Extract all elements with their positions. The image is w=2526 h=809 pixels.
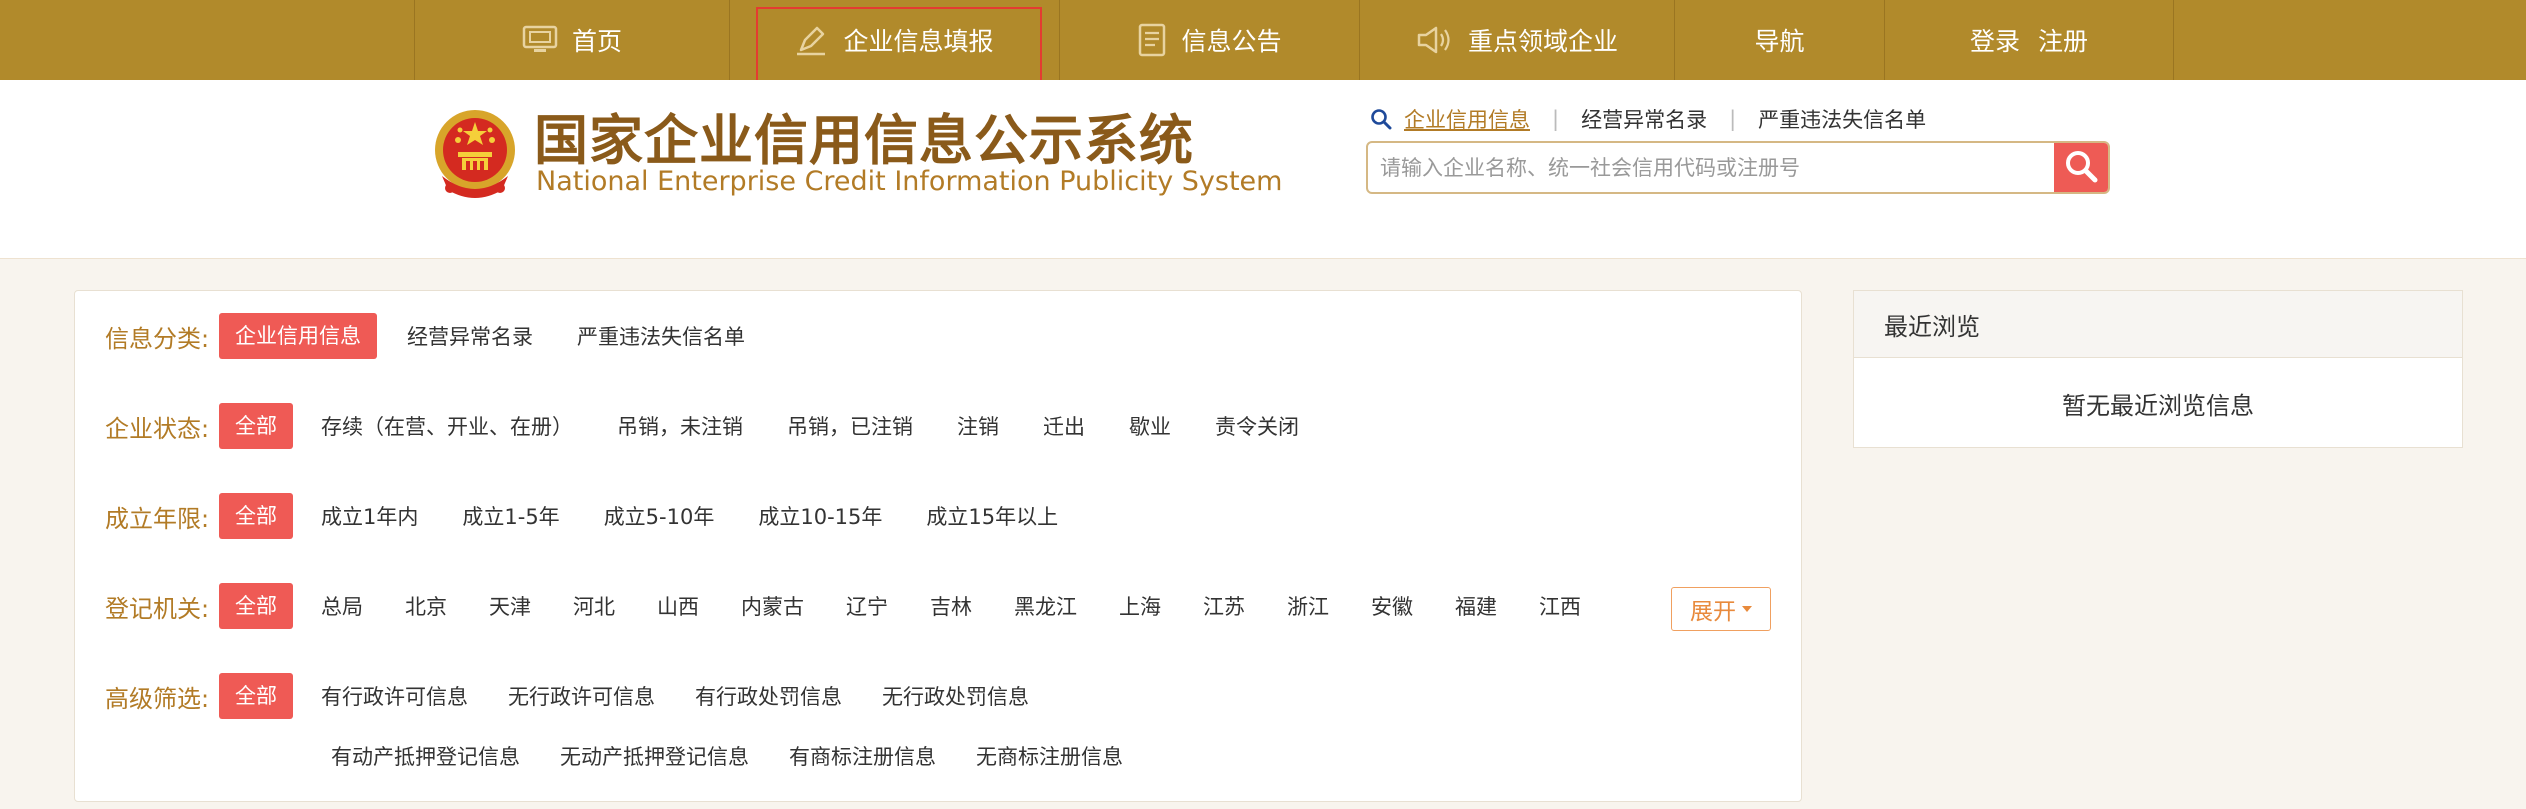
category-option[interactable]: 严重违法失信名单: [577, 321, 745, 351]
advanced-option[interactable]: 无动产抵押登记信息: [560, 741, 749, 771]
status-option[interactable]: 全部: [219, 403, 293, 449]
tab-dishonest-list[interactable]: 严重违法失信名单: [1758, 104, 1926, 134]
expand-label: 展开: [1690, 599, 1736, 625]
category-option[interactable]: 经营异常名录: [407, 321, 533, 351]
nav-home[interactable]: 首页: [414, 0, 729, 80]
site-title-en: National Enterprise Credit Information P…: [536, 166, 1283, 197]
login-link[interactable]: 登录: [1970, 22, 2020, 58]
document-icon: [1137, 23, 1167, 57]
authority-option[interactable]: 江苏: [1203, 591, 1245, 621]
authority-option[interactable]: 吉林: [930, 591, 972, 621]
advanced-option[interactable]: 全部: [219, 673, 293, 719]
nav-account: 登录 注册: [1884, 0, 2174, 80]
nav-guide[interactable]: 导航: [1674, 0, 1884, 80]
tab-divider: |: [1552, 107, 1560, 131]
authority-option[interactable]: 全部: [219, 583, 293, 629]
filter-row-advanced-2: 有动产抵押登记信息 无动产抵押登记信息 有商标注册信息 无商标注册信息: [331, 733, 1123, 779]
nav-key-enterprises-label: 重点领域企业: [1467, 27, 1618, 56]
advanced-option[interactable]: 有动产抵押登记信息: [331, 741, 520, 771]
status-option[interactable]: 迁出: [1043, 411, 1085, 441]
authority-option[interactable]: 江西: [1539, 591, 1581, 621]
authority-option[interactable]: 上海: [1119, 591, 1161, 621]
filter-label-authority: 登记机关:: [105, 594, 210, 623]
advanced-option[interactable]: 有行政许可信息: [321, 681, 468, 711]
authority-option[interactable]: 辽宁: [846, 591, 888, 621]
top-navigation-bar: 首页 企业信息填报 信息公告 重点领域企业 导航 登录 注册: [0, 0, 2526, 89]
authority-option[interactable]: 内蒙古: [741, 591, 804, 621]
status-option[interactable]: 责令关闭: [1215, 411, 1299, 441]
nav-guide-label: 导航: [1754, 27, 1805, 56]
search-button[interactable]: [2054, 143, 2108, 192]
pen-icon: [795, 24, 829, 56]
filter-row-advanced: 高级筛选: 全部 有行政许可信息 无行政许可信息 有行政处罚信息 无行政处罚信息: [105, 673, 1029, 719]
nav-home-label: 首页: [571, 27, 622, 56]
search-box: [1366, 141, 2110, 194]
filter-label-status: 企业状态:: [105, 414, 210, 443]
advanced-option[interactable]: 无行政许可信息: [508, 681, 655, 711]
authority-option[interactable]: 黑龙江: [1014, 591, 1077, 621]
status-option[interactable]: 注销: [957, 411, 999, 441]
search-icon: [2063, 148, 2099, 188]
nav-key-enterprises[interactable]: 重点领域企业: [1359, 0, 1674, 80]
years-option[interactable]: 成立10-15年: [758, 501, 882, 531]
nav-info-notice[interactable]: 信息公告: [1059, 0, 1359, 80]
years-option[interactable]: 全部: [219, 493, 293, 539]
authority-option[interactable]: 浙江: [1287, 591, 1329, 621]
search-type-tabs: 企业信用信息 | 经营异常名录 | 严重违法失信名单: [1370, 104, 1926, 134]
monitor-icon: [522, 25, 558, 55]
filter-panel: 信息分类: 企业信用信息 经营异常名录 严重违法失信名单 企业状态: 全部 存续…: [74, 290, 1802, 802]
site-title-cn: 国家企业信用信息公示系统: [534, 109, 1194, 172]
status-option[interactable]: 存续（在营、开业、在册）: [321, 411, 573, 441]
authority-option[interactable]: 北京: [405, 591, 447, 621]
tab-abnormal-list[interactable]: 经营异常名录: [1581, 104, 1707, 134]
authority-option[interactable]: 总局: [321, 591, 363, 621]
nav-enterprise-fill-label: 企业信息填报: [843, 27, 994, 56]
advanced-option[interactable]: 无商标注册信息: [976, 741, 1123, 771]
authority-option[interactable]: 天津: [489, 591, 531, 621]
tab-divider: |: [1729, 107, 1737, 131]
years-option[interactable]: 成立15年以上: [926, 501, 1058, 531]
years-option[interactable]: 成立1年内: [321, 501, 418, 531]
caret-down-icon: [1742, 606, 1752, 612]
authority-option[interactable]: 福建: [1455, 591, 1497, 621]
authority-option[interactable]: 山西: [657, 591, 699, 621]
advanced-option[interactable]: 有商标注册信息: [789, 741, 936, 771]
filter-row-authority: 登记机关: 全部 总局 北京 天津 河北 山西 内蒙古 辽宁 吉林 黑龙江 上海…: [105, 583, 1581, 629]
status-option[interactable]: 歇业: [1129, 411, 1171, 441]
nav-info-notice-label: 信息公告: [1181, 27, 1282, 56]
filter-label-advanced: 高级筛选:: [105, 684, 210, 713]
recent-browse-empty: 暂无最近浏览信息: [2062, 391, 2254, 420]
filter-label-category: 信息分类:: [105, 324, 210, 353]
filter-label-years: 成立年限:: [105, 504, 210, 533]
search-small-icon: [1370, 108, 1392, 130]
filter-row-category: 信息分类: 企业信用信息 经营异常名录 严重违法失信名单: [105, 313, 745, 359]
register-link[interactable]: 注册: [2038, 22, 2088, 58]
search-input[interactable]: [1368, 143, 2054, 192]
national-emblem-icon: [430, 106, 520, 206]
status-option[interactable]: 吊销，已注销: [787, 411, 913, 441]
recent-browse-title: 最近浏览: [1854, 291, 2462, 358]
filter-row-years: 成立年限: 全部 成立1年内 成立1-5年 成立5-10年 成立10-15年 成…: [105, 493, 1058, 539]
status-option[interactable]: 吊销，未注销: [617, 411, 743, 441]
tab-credit-info[interactable]: 企业信用信息: [1404, 104, 1530, 134]
recent-browse-panel: 最近浏览 暂无最近浏览信息: [1853, 290, 2463, 448]
nav-enterprise-fill[interactable]: 企业信息填报: [729, 0, 1059, 80]
authority-option[interactable]: 河北: [573, 591, 615, 621]
filter-row-status: 企业状态: 全部 存续（在营、开业、在册） 吊销，未注销 吊销，已注销 注销 迁…: [105, 403, 1299, 449]
expand-authority-button[interactable]: 展开: [1671, 587, 1771, 631]
years-option[interactable]: 成立1-5年: [462, 501, 559, 531]
authority-option[interactable]: 安徽: [1371, 591, 1413, 621]
advanced-option[interactable]: 无行政处罚信息: [882, 681, 1029, 711]
speaker-icon: [1416, 25, 1454, 55]
category-option[interactable]: 企业信用信息: [219, 313, 377, 359]
years-option[interactable]: 成立5-10年: [604, 501, 715, 531]
advanced-option[interactable]: 有行政处罚信息: [695, 681, 842, 711]
